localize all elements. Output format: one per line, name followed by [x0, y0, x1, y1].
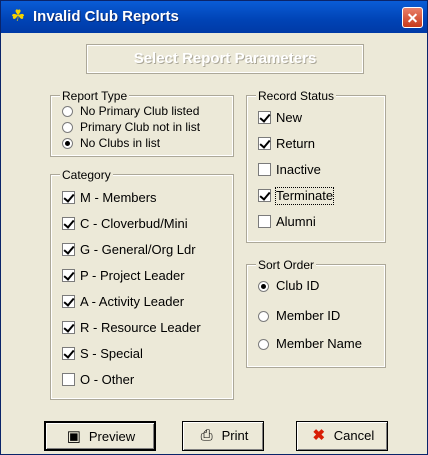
item-label: S - Special: [80, 346, 143, 361]
clover-icon: ☘: [10, 8, 26, 25]
item-label: C - Cloverbud/Mini: [80, 216, 188, 231]
item-label: Terminate: [274, 187, 335, 205]
checkbox[interactable]: [62, 321, 75, 334]
sort-order-group: Sort Order Club ID Member ID Member Name: [246, 257, 386, 368]
checkbox[interactable]: [258, 215, 271, 228]
option-label: Primary Club not in list: [80, 120, 201, 134]
radio-button-selected[interactable]: [62, 138, 73, 149]
item-label: R - Resource Leader: [80, 320, 201, 335]
checkbox[interactable]: [258, 189, 271, 202]
print-label: Print: [221, 428, 249, 443]
checkbox[interactable]: [62, 295, 75, 308]
close-icon[interactable]: [402, 7, 423, 28]
record-status-group: Record Status New Return Inactive Termin…: [246, 88, 386, 243]
title-bar[interactable]: ☘ Invalid Club Reports: [1, 1, 427, 33]
report-type-group: Report Type No Primary Club listed Prima…: [50, 88, 234, 157]
radio-button-selected[interactable]: [258, 281, 269, 292]
preview-label: Preview: [88, 429, 136, 444]
cancel-button[interactable]: ✖ Cancel: [296, 421, 388, 451]
preview-button[interactable]: ▣ Preview: [44, 421, 156, 451]
sort-order-legend: Sort Order: [256, 257, 317, 273]
preview-icon: ▣: [66, 428, 81, 445]
item-label: M - Members: [80, 190, 157, 205]
checkbox[interactable]: [62, 243, 75, 256]
radio-button[interactable]: [258, 311, 269, 322]
checkbox[interactable]: [62, 347, 75, 360]
item-label: Alumni: [276, 214, 316, 229]
checkbox[interactable]: [62, 217, 75, 230]
report-type-legend: Report Type: [60, 88, 130, 104]
checkbox[interactable]: [62, 191, 75, 204]
checkbox[interactable]: [62, 373, 75, 386]
red-x-icon: ✖: [312, 427, 326, 444]
option-label: No Clubs in list: [80, 136, 161, 150]
item-label: A - Activity Leader: [80, 294, 185, 309]
item-label: G - General/Org Ldr: [80, 242, 196, 257]
cancel-label: Cancel: [333, 428, 375, 443]
item-label: P - Project Leader: [80, 268, 185, 283]
dialog-window: ☘ Invalid Club Reports Select Report Par…: [0, 0, 428, 455]
radio-button[interactable]: [62, 106, 73, 117]
print-button[interactable]: ⎙ Print: [182, 421, 264, 451]
item-label: Return: [276, 136, 316, 151]
option-label: Club ID: [276, 278, 320, 293]
record-status-legend: Record Status: [256, 88, 337, 104]
item-label: Inactive: [276, 162, 321, 177]
item-label: New: [276, 110, 303, 125]
category-legend: Category: [60, 167, 113, 183]
radio-button[interactable]: [258, 339, 269, 350]
checkbox[interactable]: [62, 269, 75, 282]
checkbox[interactable]: [258, 137, 271, 150]
radio-button[interactable]: [62, 122, 73, 133]
option-label: Member Name: [276, 336, 362, 351]
printer-icon: ⎙: [200, 427, 213, 444]
select-parameters-banner: Select Report Parameters: [86, 44, 364, 74]
checkbox[interactable]: [258, 163, 271, 176]
category-group: Category M - Members C - Cloverbud/Mini …: [50, 167, 234, 400]
checkbox[interactable]: [258, 111, 271, 124]
option-label: Member ID: [276, 308, 341, 323]
option-label: No Primary Club listed: [80, 104, 200, 118]
item-label: O - Other: [80, 372, 135, 387]
window-title: Invalid Club Reports: [33, 8, 179, 25]
